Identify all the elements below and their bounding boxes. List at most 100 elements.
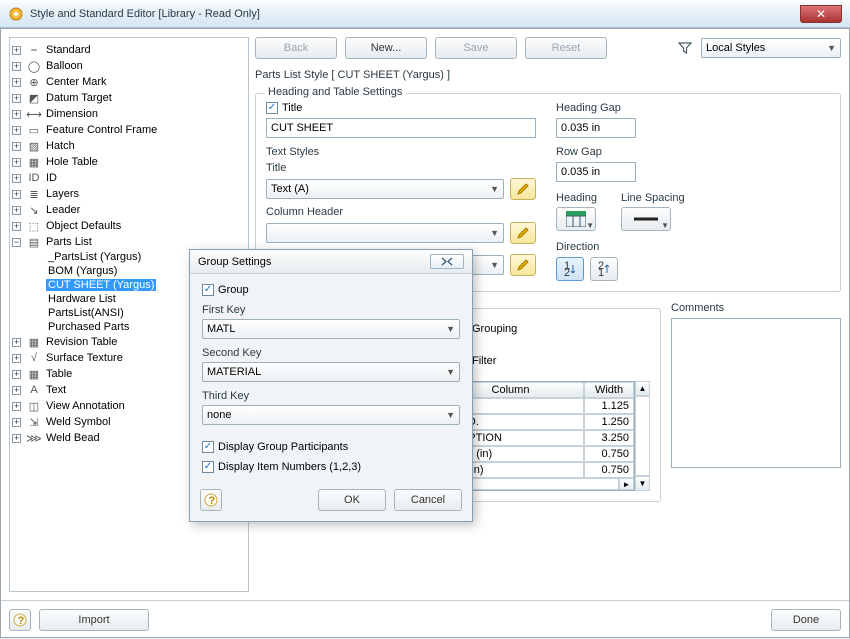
help-button[interactable]: ?	[9, 609, 31, 631]
back-button[interactable]: Back	[255, 37, 337, 59]
tree-item-label[interactable]: Layers	[44, 188, 81, 200]
expand-icon[interactable]: +	[12, 174, 21, 183]
filter-icon[interactable]	[677, 40, 693, 56]
tree-child-label[interactable]: CUT SHEET (Yargus)	[46, 279, 156, 291]
dialog-help-button[interactable]: ?	[200, 489, 222, 511]
tree-item-label[interactable]: Datum Target	[44, 92, 114, 104]
expand-icon[interactable]: +	[12, 434, 21, 443]
edit-title-style-button[interactable]	[510, 178, 536, 200]
cancel-button[interactable]: Cancel	[394, 489, 462, 511]
heading-placement-button[interactable]: ▼	[556, 207, 596, 231]
tree-item-label[interactable]: Standard	[44, 44, 93, 56]
title-style-combo[interactable]: Text (A)▼	[266, 179, 504, 199]
tree-item-label[interactable]: View Annotation	[44, 400, 127, 412]
style-scope-combo[interactable]: Local Styles ▼	[701, 38, 841, 58]
tree-node-icon: ▤	[26, 235, 42, 249]
ok-button[interactable]: OK	[318, 489, 386, 511]
import-button[interactable]: Import	[39, 609, 149, 631]
tree-item[interactable]: + ▦Hole Table	[12, 154, 246, 170]
title-input[interactable]	[266, 118, 536, 138]
expand-icon[interactable]: +	[12, 46, 21, 55]
tree-item[interactable]: +◩Datum Target	[12, 90, 246, 106]
display-participants-checkbox[interactable]: ✓Display Group Participants	[202, 441, 460, 453]
second-key-combo[interactable]: MATERIAL▼	[202, 362, 460, 382]
expand-icon[interactable]: +	[12, 354, 21, 363]
tree-item-label[interactable]: Center Mark	[44, 76, 109, 88]
heading-label: Heading	[556, 192, 597, 204]
line-spacing-button[interactable]: ▼	[621, 207, 671, 231]
expand-icon[interactable]: +	[12, 402, 21, 411]
title-chk-label: Title	[282, 102, 302, 114]
tree-item-label[interactable]: Parts List	[44, 236, 94, 248]
tree-item-label[interactable]: ID	[44, 172, 59, 184]
third-key-combo[interactable]: none▼	[202, 405, 460, 425]
new-button[interactable]: New...	[345, 37, 427, 59]
tree-item[interactable]: +▨Hatch	[12, 138, 246, 154]
tree-child-label[interactable]: Hardware List	[46, 293, 118, 305]
title-checkbox[interactable]: ✓ Title	[266, 102, 536, 114]
col-header-combo[interactable]: ▼	[266, 223, 504, 243]
tree-item-label[interactable]: Hole Table	[44, 156, 100, 168]
tree-item-label[interactable]: Surface Texture	[44, 352, 125, 364]
tree-item-label[interactable]: Text	[44, 384, 68, 396]
expand-icon[interactable]: +	[12, 126, 21, 135]
tree-item[interactable]: +↘Leader	[12, 202, 246, 218]
tree-node-icon: ◫	[26, 399, 42, 413]
dialog-close-button[interactable]	[430, 254, 464, 269]
tree-node-icon: ▦	[26, 155, 42, 169]
group-checkbox[interactable]: ✓Group	[202, 284, 460, 296]
window-close-button[interactable]: ✕	[800, 5, 842, 23]
tree-item[interactable]: +⊕Center Mark	[12, 74, 246, 90]
first-key-combo[interactable]: MATL▼	[202, 319, 460, 339]
expand-icon[interactable]: +	[12, 94, 21, 103]
tree-item[interactable]: +IDID	[12, 170, 246, 186]
tree-item-label[interactable]: Dimension	[44, 108, 100, 120]
heading-gap-input[interactable]	[556, 118, 636, 138]
tree-child-label[interactable]: BOM (Yargus)	[46, 265, 119, 277]
tree-child-label[interactable]: Purchased Parts	[46, 321, 131, 333]
tree-item[interactable]: −▤Parts List	[12, 234, 246, 250]
expand-icon[interactable]: +	[12, 386, 21, 395]
expand-icon[interactable]: +	[12, 338, 21, 347]
expand-icon[interactable]: +	[12, 370, 21, 379]
tree-item-label[interactable]: Object Defaults	[44, 220, 123, 232]
display-item-numbers-checkbox[interactable]: ✓Display Item Numbers (1,2,3)	[202, 461, 460, 473]
tree-item-label[interactable]: Hatch	[44, 140, 77, 152]
expand-icon[interactable]: +	[12, 418, 21, 427]
svg-text:1: 1	[598, 267, 604, 277]
direction-down-button[interactable]: 12	[556, 257, 584, 281]
row-gap-input[interactable]	[556, 162, 636, 182]
tree-item[interactable]: +⟷Dimension	[12, 106, 246, 122]
tree-item-label[interactable]: Leader	[44, 204, 82, 216]
expand-icon[interactable]: +	[12, 190, 21, 199]
tree-item[interactable]: +▭Feature Control Frame	[12, 122, 246, 138]
tree-item-label[interactable]: Revision Table	[44, 336, 119, 348]
expand-icon[interactable]: +	[12, 78, 21, 87]
tree-child-label[interactable]: PartsList(ANSI)	[46, 307, 126, 319]
edit-colhdr-style-button[interactable]	[510, 222, 536, 244]
expand-icon[interactable]: +	[12, 158, 21, 167]
expand-icon[interactable]: +	[12, 62, 21, 71]
expand-icon[interactable]: −	[12, 238, 21, 247]
edit-extra-style-button[interactable]	[510, 254, 536, 276]
direction-up-button[interactable]: 21	[590, 257, 618, 281]
tree-item[interactable]: +◯Balloon	[12, 58, 246, 74]
expand-icon[interactable]: +	[12, 110, 21, 119]
tree-item-label[interactable]: Weld Symbol	[44, 416, 113, 428]
expand-icon[interactable]: +	[12, 206, 21, 215]
tree-item-label[interactable]: Balloon	[44, 60, 85, 72]
reset-button[interactable]: Reset	[525, 37, 607, 59]
tree-item-label[interactable]: Table	[44, 368, 74, 380]
check-icon: ✓	[266, 102, 278, 114]
done-button[interactable]: Done	[771, 609, 841, 631]
expand-icon[interactable]: +	[12, 222, 21, 231]
tree-item-label[interactable]: Feature Control Frame	[44, 124, 159, 136]
expand-icon[interactable]: +	[12, 142, 21, 151]
tree-item[interactable]: +≣Layers	[12, 186, 246, 202]
tree-item-label[interactable]: Weld Bead	[44, 432, 102, 444]
tree-item[interactable]: +⬚Object Defaults	[12, 218, 246, 234]
save-button[interactable]: Save	[435, 37, 517, 59]
tree-item[interactable]: +⎯Standard	[12, 42, 246, 58]
comments-textarea[interactable]	[671, 318, 841, 468]
tree-child-label[interactable]: _PartsList (Yargus)	[46, 251, 143, 263]
